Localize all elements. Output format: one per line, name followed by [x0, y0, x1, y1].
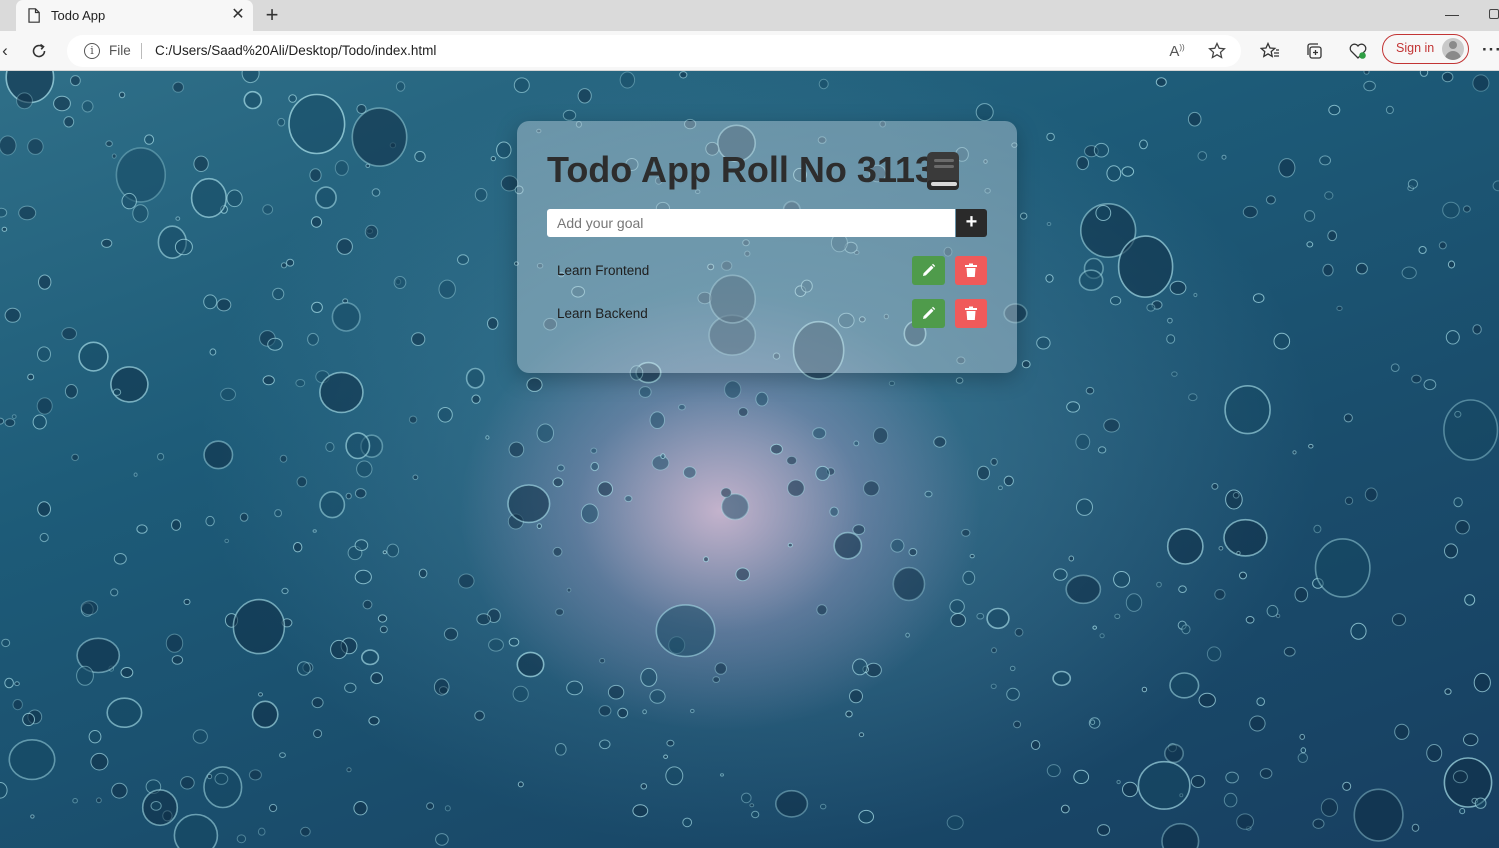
goal-input[interactable] [547, 209, 955, 237]
avatar [1442, 38, 1464, 60]
todo-text: Learn Frontend [557, 263, 650, 278]
todo-item: Learn Frontend [547, 256, 987, 286]
trash-icon [965, 263, 977, 277]
todo-text: Learn Backend [557, 306, 648, 321]
trash-icon [965, 306, 977, 320]
browser-toolbar: ‹ i File C:/Users/Saad%20Ali/Desktop/Tod… [0, 31, 1499, 71]
restore-icon[interactable] [1489, 9, 1499, 19]
refresh-icon[interactable] [28, 40, 50, 62]
sign-in-label: Sign in [1396, 41, 1435, 55]
todo-item: Learn Backend [547, 299, 987, 329]
edit-button[interactable] [912, 256, 945, 285]
favorites-icon[interactable] [1259, 40, 1281, 62]
book-icon [927, 152, 959, 190]
minimize-icon[interactable]: — [1444, 6, 1460, 24]
page-background: Todo App Roll No 3113 + Learn Frontend L… [0, 71, 1499, 848]
collections-icon[interactable] [1303, 40, 1325, 62]
pencil-icon [923, 306, 936, 319]
delete-button[interactable] [955, 256, 987, 285]
read-aloud-icon[interactable]: A)) [1166, 40, 1188, 62]
add-button[interactable]: + [956, 209, 987, 237]
browser-essentials-icon[interactable] [1347, 40, 1369, 62]
page-title: Todo App Roll No 3113 [547, 149, 936, 190]
url-text[interactable]: C:/Users/Saad%20Ali/Desktop/Todo/index.h… [155, 43, 436, 58]
favorite-star-icon[interactable] [1206, 40, 1228, 62]
pencil-icon [923, 263, 936, 276]
info-icon[interactable]: i [84, 43, 100, 59]
tab-title: Todo App [51, 8, 106, 23]
tab-bar: Todo App ✕ + — [0, 0, 1499, 31]
delete-button[interactable] [955, 299, 987, 328]
url-scheme: File [109, 43, 131, 58]
sign-in-button[interactable]: Sign in [1382, 34, 1469, 64]
back-icon[interactable]: ‹ [0, 40, 16, 62]
close-icon[interactable]: ✕ [230, 6, 246, 24]
new-tab-icon[interactable]: + [262, 4, 282, 26]
address-divider [141, 43, 142, 59]
edit-button[interactable] [912, 299, 945, 328]
address-bar[interactable]: i File C:/Users/Saad%20Ali/Desktop/Todo/… [67, 35, 1241, 67]
todo-card: Todo App Roll No 3113 + Learn Frontend L… [517, 121, 1017, 373]
more-icon[interactable]: ··· [1481, 39, 1499, 61]
tab-todo-app[interactable]: Todo App ✕ [16, 0, 253, 31]
page-icon [28, 8, 40, 23]
